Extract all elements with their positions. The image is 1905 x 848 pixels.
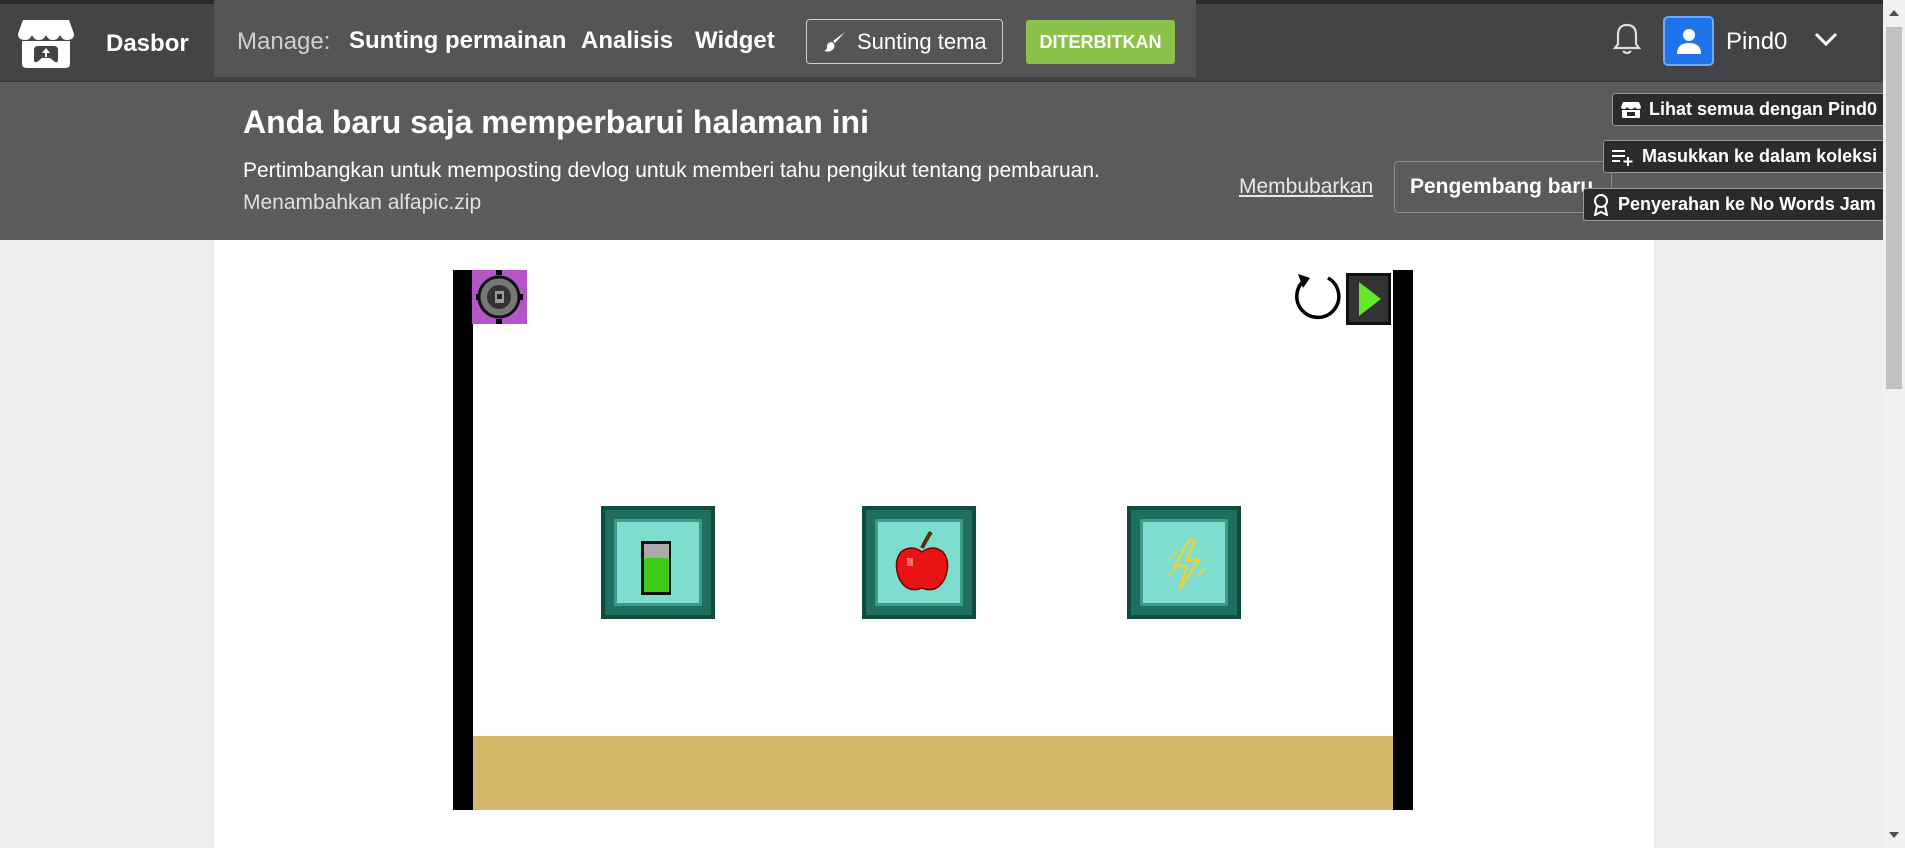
apple-tile[interactable]: [862, 506, 976, 619]
play-button[interactable]: [1346, 273, 1391, 325]
left-wall: [453, 270, 473, 810]
itch-small-icon: [1621, 101, 1641, 118]
robot-icon: [476, 270, 523, 324]
avatar[interactable]: [1663, 16, 1714, 66]
add-collection-label: Masukkan ke dalam koleksi: [1642, 146, 1878, 166]
published-button[interactable]: DITERBITKAN: [1026, 20, 1175, 64]
jam-submission-label: Penyerahan ke No Words Jam: [1618, 194, 1876, 214]
itch-logo-icon[interactable]: [17, 16, 75, 70]
analytics-link[interactable]: Analisis: [581, 27, 673, 55]
scroll-down-arrow[interactable]: [1889, 832, 1899, 838]
dashboard-link[interactable]: Dasbor: [106, 30, 189, 58]
edit-game-link[interactable]: Sunting permainan: [349, 27, 566, 55]
paintbrush-icon: [824, 31, 845, 52]
ground: [473, 736, 1393, 810]
notice-title: Anda baru saja memperbarui halaman ini: [243, 104, 869, 140]
battery-icon: [641, 541, 671, 595]
jam-submission-button[interactable]: Penyerahan ke No Words Jam: [1583, 188, 1885, 221]
robot-player: [472, 270, 527, 324]
scrollbar-thumb[interactable]: [1886, 27, 1902, 389]
playlist-add-icon: [1612, 149, 1633, 166]
add-collection-button[interactable]: Masukkan ke dalam koleksi: [1603, 140, 1887, 173]
right-wall: [1393, 270, 1413, 810]
widget-link[interactable]: Widget: [695, 27, 775, 55]
edit-theme-label: Sunting tema: [857, 28, 987, 54]
scroll-up-arrow[interactable]: [1889, 10, 1899, 16]
notice-text: Pertimbangkan untuk memposting devlog un…: [243, 159, 1100, 182]
dismiss-link[interactable]: Membubarkan: [1239, 175, 1373, 199]
award-icon: [1593, 193, 1609, 216]
play-icon: [1359, 282, 1381, 316]
chevron-down-icon[interactable]: [1813, 30, 1839, 48]
manage-label: Manage:: [237, 28, 331, 55]
lightning-tile[interactable]: [1127, 506, 1241, 619]
reload-icon[interactable]: [1286, 270, 1344, 326]
user-icon: [1676, 29, 1701, 54]
edit-theme-button[interactable]: Sunting tema: [806, 19, 1003, 64]
game-canvas[interactable]: [453, 270, 1413, 810]
apple-icon: [895, 530, 949, 591]
bell-icon[interactable]: [1612, 22, 1642, 56]
battery-tile[interactable]: [601, 506, 715, 619]
new-devlog-button[interactable]: Pengembang baru: [1394, 161, 1612, 213]
view-all-label: Lihat semua dengan Pind0: [1649, 99, 1878, 119]
notice-file: Menambahkan alfapic.zip: [243, 191, 482, 214]
lightning-icon: [1166, 538, 1206, 591]
username-label[interactable]: Pind0: [1726, 28, 1787, 56]
view-all-button[interactable]: Lihat semua dengan Pind0: [1612, 93, 1887, 126]
